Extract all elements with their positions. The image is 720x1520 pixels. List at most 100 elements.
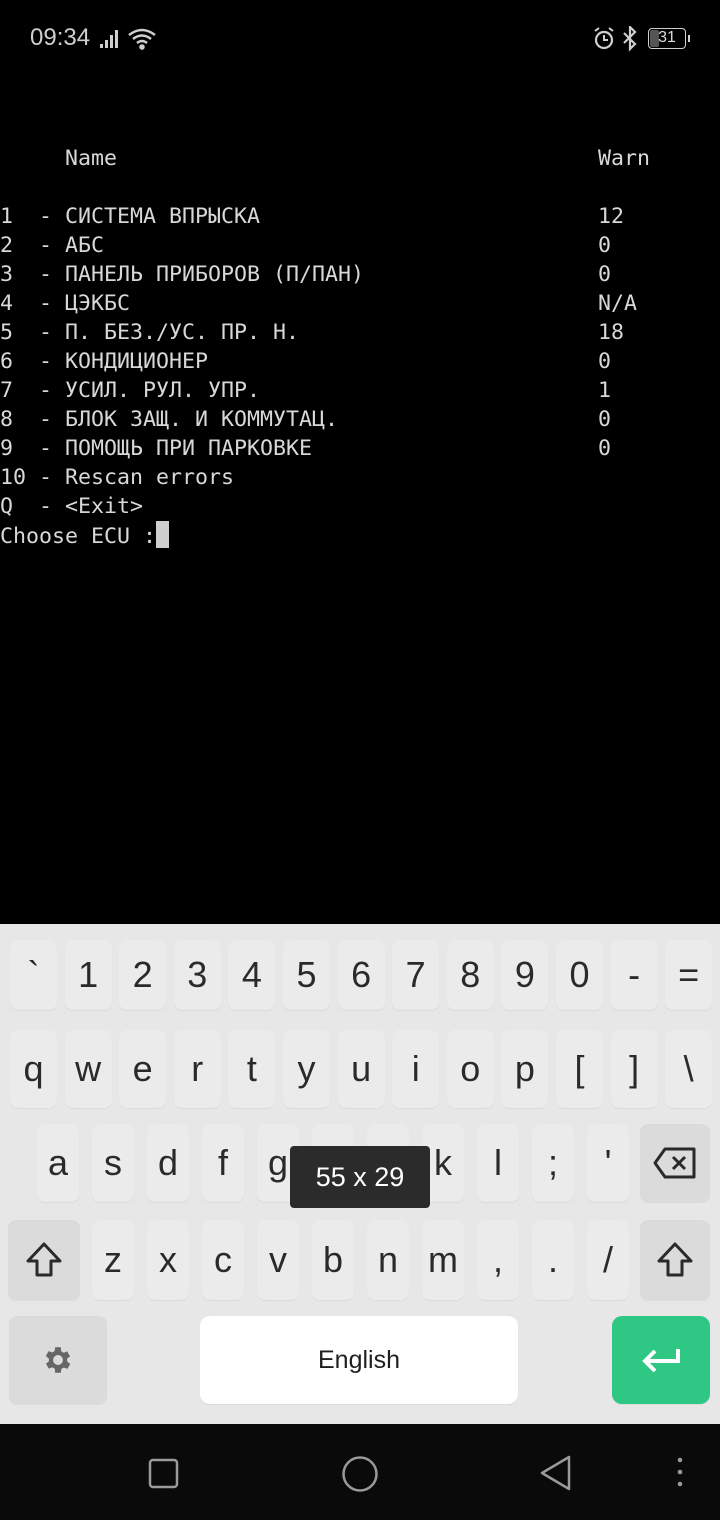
key-d[interactable]: d [147, 1124, 189, 1202]
key-i[interactable]: i [392, 1030, 440, 1108]
ecu-row: 5 - П. БЕЗ./УС. ПР. Н. 18 [0, 320, 625, 345]
key-v[interactable]: v [257, 1220, 299, 1300]
prompt: Choose ECU : [0, 524, 157, 549]
header-row: Name Warn [0, 144, 720, 173]
key-r[interactable]: r [173, 1030, 221, 1108]
ecu-row: 1 - СИСТЕМА ВПРЫСКА 12 [0, 204, 625, 229]
key-4[interactable]: 4 [228, 940, 276, 1010]
ecu-number: 2 [0, 233, 27, 258]
backspace-icon [653, 1147, 696, 1179]
ecu-label: КОНДИЦИОНЕР [65, 349, 209, 374]
key-8[interactable]: 8 [446, 940, 494, 1010]
home-button[interactable] [340, 1454, 380, 1494]
key-\[interactable]: \ [665, 1030, 713, 1108]
key-.[interactable]: . [532, 1220, 574, 1300]
settings-key[interactable] [9, 1316, 107, 1404]
ecu-warn-count: N/A [598, 291, 638, 316]
key-1[interactable]: 1 [64, 940, 112, 1010]
key-o[interactable]: o [446, 1030, 494, 1108]
key-][interactable]: ] [610, 1030, 658, 1108]
ecu-number: 7 [0, 378, 27, 403]
space-key[interactable]: English [200, 1316, 518, 1404]
shift-key-right[interactable] [640, 1220, 710, 1300]
key-9[interactable]: 9 [501, 940, 549, 1010]
bluetooth-icon [623, 26, 637, 52]
ecu-label: ПОМОЩЬ ПРИ ПАРКОВКЕ [65, 436, 313, 461]
key-z[interactable]: z [92, 1220, 134, 1300]
key-11[interactable]: - [610, 940, 658, 1010]
backspace-key[interactable] [640, 1124, 710, 1202]
key-2[interactable]: 2 [119, 940, 167, 1010]
battery-icon: 31 [648, 28, 690, 49]
ecu-row: Q - <Exit> [0, 494, 144, 519]
key-'[interactable]: ' [587, 1124, 629, 1202]
key-;[interactable]: ; [532, 1124, 574, 1202]
key-/[interactable]: / [587, 1220, 629, 1300]
key-m[interactable]: m [422, 1220, 464, 1300]
shift-icon [26, 1242, 62, 1277]
ecu-label: АБС [65, 233, 105, 258]
ecu-warn-count: 12 [598, 204, 625, 229]
ecu-label: БЛОК ЗАЩ. И КОММУТАЦ. [65, 407, 339, 432]
ecu-row: 8 - БЛОК ЗАЩ. И КОММУТАЦ. 0 [0, 407, 612, 432]
key-b[interactable]: b [312, 1220, 354, 1300]
ecu-row: 10 - Rescan errors [0, 465, 235, 490]
battery-level: 31 [658, 29, 676, 46]
shift-icon [657, 1242, 693, 1277]
ecu-row: 6 - КОНДИЦИОНЕР 0 [0, 349, 612, 374]
ecu-number: 4 [0, 291, 27, 316]
ecu-number: Q [0, 494, 27, 519]
key-t[interactable]: t [228, 1030, 276, 1108]
ecu-row: 7 - УСИЛ. РУЛ. УПР. 1 [0, 378, 612, 403]
key-s[interactable]: s [92, 1124, 134, 1202]
key-6[interactable]: 6 [337, 940, 385, 1010]
ecu-number: 5 [0, 320, 27, 345]
more-icon[interactable] [676, 1456, 684, 1490]
ecu-warn-count: 0 [598, 233, 612, 258]
key-7[interactable]: 7 [392, 940, 440, 1010]
key-y[interactable]: y [283, 1030, 330, 1108]
signal-icon [100, 30, 118, 48]
alarm-icon [594, 27, 614, 50]
ecu-label: УСИЛ. РУЛ. УПР. [65, 378, 261, 403]
ecu-row: 9 - ПОМОЩЬ ПРИ ПАРКОВКЕ 0 [0, 436, 612, 461]
key-12[interactable]: = [665, 940, 713, 1010]
key-5[interactable]: 5 [283, 940, 330, 1010]
key-a[interactable]: a [37, 1124, 79, 1202]
key-w[interactable]: w [64, 1030, 112, 1108]
key-n[interactable]: n [367, 1220, 409, 1300]
key-u[interactable]: u [337, 1030, 385, 1108]
signal-wifi-icons [100, 28, 156, 50]
key-,[interactable]: , [477, 1220, 519, 1300]
key-p[interactable]: p [501, 1030, 549, 1108]
prompt-line[interactable]: Choose ECU : [0, 521, 720, 550]
key-[[interactable]: [ [556, 1030, 603, 1108]
ecu-number: 10 [0, 465, 27, 490]
key-c[interactable]: c [202, 1220, 244, 1300]
ecu-number: 1 [0, 204, 27, 229]
recents-button[interactable] [148, 1458, 180, 1490]
key-x[interactable]: x [147, 1220, 189, 1300]
ecu-row: 3 - ПАНЕЛЬ ПРИБОРОВ (П/ПАН) 0 [0, 262, 612, 287]
key-e[interactable]: e [119, 1030, 167, 1108]
ecu-warn-count: 0 [598, 436, 612, 461]
header-name: Name [65, 146, 118, 171]
key-f[interactable]: f [202, 1124, 244, 1202]
enter-key[interactable] [612, 1316, 710, 1404]
terminal-output: Name Warn 1 - СИСТЕМА ВПРЫСКА 12 2 - АБС 0 3 … [0, 86, 720, 550]
ecu-warn-count: 0 [598, 407, 612, 432]
back-button[interactable] [538, 1454, 574, 1492]
header-warn: Warn [598, 146, 651, 171]
key-3[interactable]: 3 [173, 940, 221, 1010]
key-10[interactable]: 0 [556, 940, 603, 1010]
ecu-warn-count: 0 [598, 349, 612, 374]
key-0[interactable]: ` [10, 940, 57, 1010]
ecu-row: 2 - АБС 0 [0, 233, 612, 258]
ecu-warn-count: 18 [598, 320, 625, 345]
ecu-number: 6 [0, 349, 27, 374]
ecu-number: 3 [0, 262, 27, 287]
terminal-size-tooltip: 55 x 29 [290, 1146, 430, 1208]
key-q[interactable]: q [10, 1030, 57, 1108]
key-l[interactable]: l [477, 1124, 519, 1202]
shift-key-left[interactable] [8, 1220, 80, 1300]
